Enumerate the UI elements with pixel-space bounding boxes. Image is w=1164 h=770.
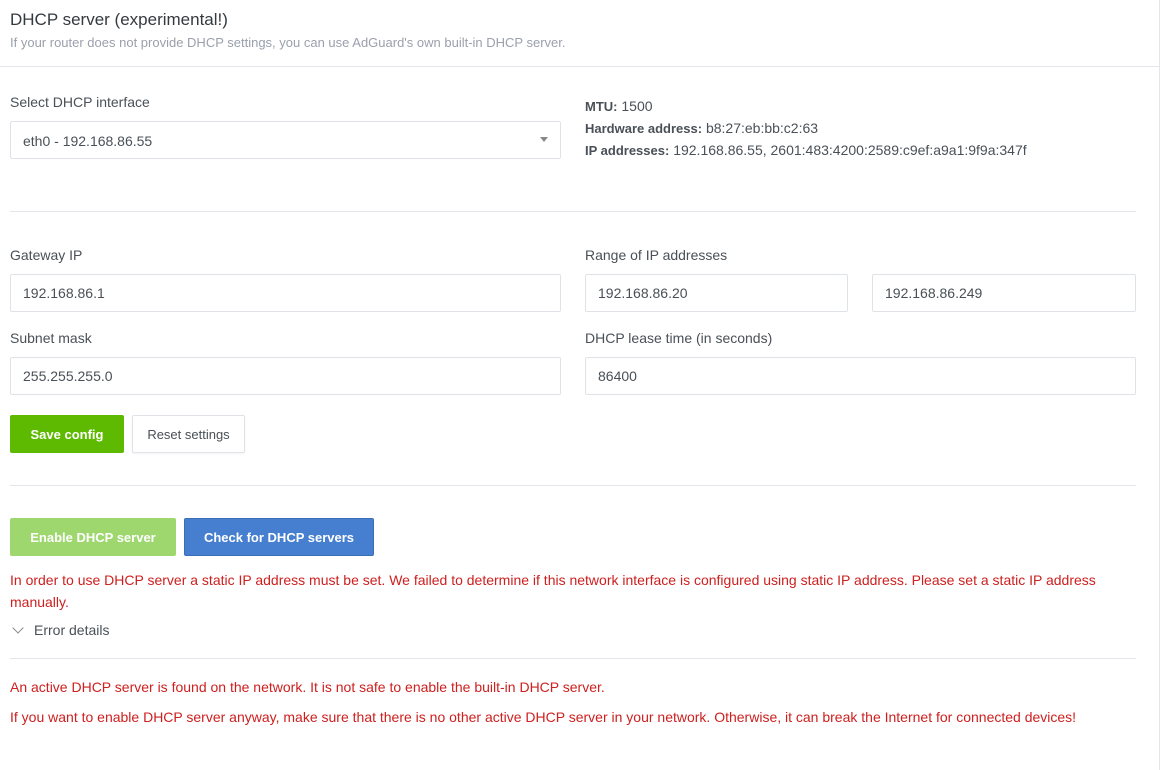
divider: [10, 211, 1136, 212]
card-subtitle: If your router does not provide DHCP set…: [10, 35, 566, 50]
divider: [10, 485, 1136, 486]
chevron-down-icon: [540, 137, 548, 142]
lease-time-label: DHCP lease time (in seconds): [585, 330, 773, 346]
range-end-input[interactable]: 192.168.86.249: [872, 274, 1136, 312]
mtu-label: MTU:: [585, 99, 618, 114]
subnet-input[interactable]: 255.255.255.0: [10, 357, 561, 395]
interface-select-value: eth0 - 192.168.86.55: [23, 133, 153, 149]
interface-select[interactable]: eth0 - 192.168.86.55: [10, 121, 561, 159]
mtu-value: 1500: [621, 98, 653, 114]
dhcp-warning-message: If you want to enable DHCP server anyway…: [10, 709, 1077, 725]
ip-addresses-info: IP addresses: 192.168.86.55, 2601:483:42…: [585, 142, 1027, 158]
ip-addresses-label: IP addresses:: [585, 143, 670, 158]
chevron-down-icon: [12, 622, 24, 634]
divider: [10, 658, 1136, 659]
reset-settings-button[interactable]: Reset settings: [132, 415, 245, 453]
dhcp-card: DHCP server (experimental!) If your rout…: [0, 0, 1160, 770]
card-title: DHCP server (experimental!): [10, 10, 228, 29]
active-dhcp-found-message: An active DHCP server is found on the ne…: [10, 679, 605, 695]
ip-addresses-value: 192.168.86.55, 2601:483:4200:2589:c9ef:a…: [673, 142, 1027, 158]
hardware-address-value: b8:27:eb:bb:c2:63: [705, 120, 819, 136]
subnet-label: Subnet mask: [10, 330, 92, 346]
interface-label: Select DHCP interface: [10, 94, 150, 110]
gateway-input[interactable]: 192.168.86.1: [10, 274, 561, 312]
lease-time-input[interactable]: 86400: [585, 357, 1136, 395]
enable-dhcp-button[interactable]: Enable DHCP server: [10, 518, 176, 556]
save-config-button[interactable]: Save config: [10, 415, 124, 453]
error-details-label: Error details: [34, 622, 110, 638]
error-details-toggle[interactable]: Error details: [10, 622, 109, 638]
static-ip-error: In order to use DHCP server a static IP …: [10, 572, 1096, 610]
hardware-address-label: Hardware address:: [585, 121, 703, 136]
card-header: DHCP server (experimental!) If your rout…: [0, 0, 1159, 67]
range-start-input[interactable]: 192.168.86.20: [585, 274, 848, 312]
mtu-info: MTU: 1500: [585, 98, 653, 114]
range-label: Range of IP addresses: [585, 247, 728, 263]
gateway-label: Gateway IP: [10, 247, 83, 263]
check-dhcp-servers-button[interactable]: Check for DHCP servers: [184, 518, 374, 556]
hardware-address-info: Hardware address: b8:27:eb:bb:c2:63: [585, 120, 818, 136]
